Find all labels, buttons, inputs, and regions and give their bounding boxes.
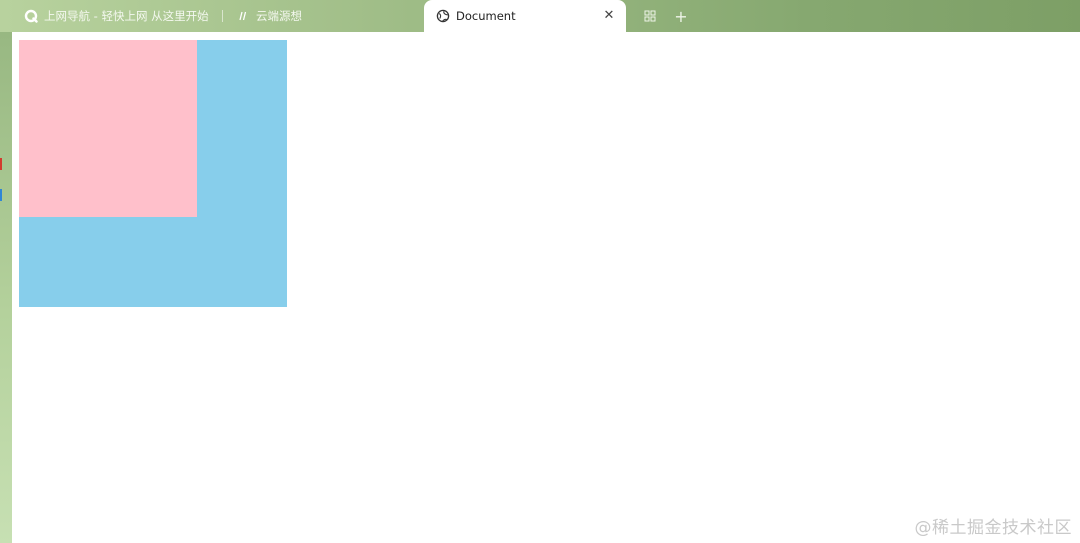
tab-groups-button[interactable] — [641, 7, 659, 25]
tab-title: 上网导航 - 轻快上网 从这里开始 — [44, 9, 209, 23]
browser-q-icon — [24, 9, 38, 23]
watermark: @稀土掘金技术社区 — [914, 518, 1072, 538]
tab-yunduan[interactable]: 云端源想 — [236, 0, 302, 32]
left-sidebar-strip — [0, 32, 12, 543]
sidebar-marker-blue — [0, 189, 2, 201]
grid-icon — [644, 10, 656, 22]
tab-title: Document — [456, 9, 516, 23]
tab-navigation[interactable]: 上网导航 - 轻快上网 从这里开始 — [24, 0, 209, 32]
tab-divider — [222, 10, 223, 22]
sidebar-marker-red — [0, 158, 2, 170]
page-content — [12, 32, 1080, 543]
inner-pink-box — [19, 40, 197, 217]
close-icon[interactable]: ✕ — [602, 8, 616, 23]
new-tab-button[interactable]: + — [672, 7, 690, 26]
tab-title: 云端源想 — [256, 9, 302, 23]
site-icon — [236, 9, 250, 23]
tab-document[interactable]: Document ✕ — [424, 0, 626, 32]
tab-bar: 上网导航 - 轻快上网 从这里开始 云端源想 Document ✕ + — [0, 0, 1080, 32]
globe-icon — [436, 9, 450, 23]
